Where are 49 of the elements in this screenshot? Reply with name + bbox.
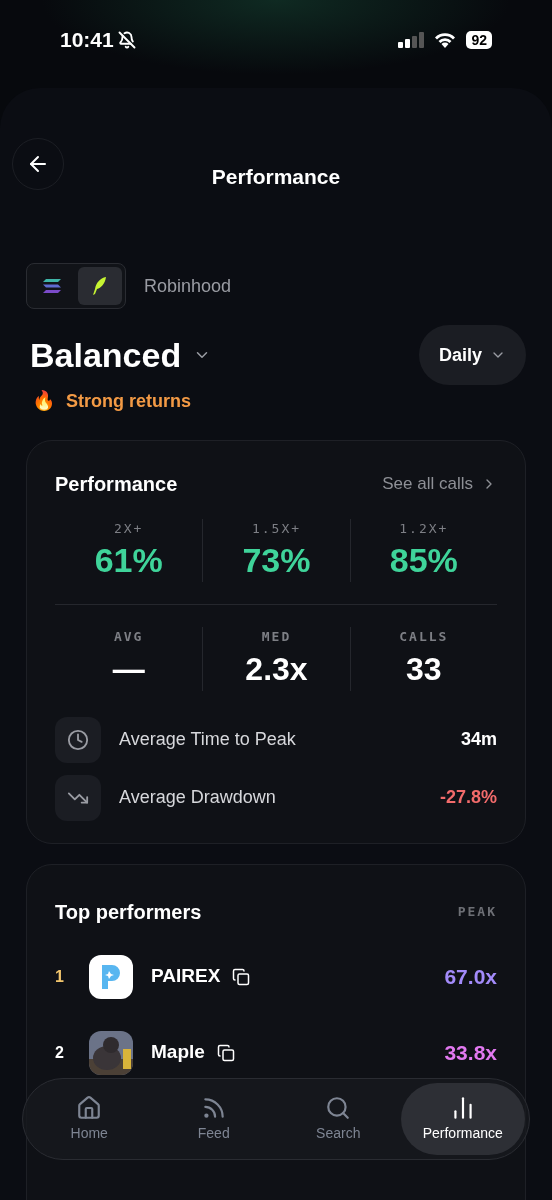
stat-value: 73% [242, 540, 311, 581]
tab-item[interactable]: Performance [400, 1083, 525, 1155]
platform-label: Robinhood [144, 274, 232, 298]
column-header: PEAK [457, 902, 497, 921]
rank-number: 2 [55, 1042, 65, 1063]
peak-value: 67.0x [444, 963, 497, 990]
metric-value: 34m [460, 728, 497, 751]
stat-label: CALLS [399, 628, 449, 646]
platform-toggle[interactable] [78, 267, 122, 305]
see-all-calls-link[interactable]: See all calls [382, 470, 497, 497]
tagline: Strong returns [66, 389, 191, 413]
stat-value: 61% [94, 540, 163, 581]
card-title: Top performers [55, 899, 202, 925]
stripes-logo [43, 279, 61, 293]
fire-emoji: 🔥 [32, 389, 56, 413]
page-title: Performance [211, 163, 341, 190]
metric-value: -27.8% [439, 786, 497, 809]
home-icon [76, 1094, 103, 1121]
copy-icon[interactable] [232, 967, 251, 986]
signal-icon [398, 32, 425, 48]
stat-value: 33 [406, 649, 442, 689]
token-logo [89, 954, 133, 999]
card-title: Performance [55, 471, 178, 497]
tab-item[interactable]: Search [276, 1083, 401, 1155]
stat-value: — [112, 649, 145, 689]
peak-value: 33.8x [444, 1039, 497, 1066]
tab-item[interactable]: Home [27, 1083, 152, 1155]
wifi-icon [434, 32, 457, 48]
metric-label: Average Time to Peak [119, 728, 296, 751]
stat-value: 2.3x [245, 649, 308, 689]
strategy-dropdown[interactable]: Balanced [30, 329, 212, 381]
search-icon [325, 1094, 352, 1121]
stat-label: 1.2X+ [399, 519, 449, 538]
copy-icon[interactable] [216, 1043, 235, 1062]
token-name: Maple [151, 1040, 205, 1065]
stat-label: 1.5X+ [251, 519, 302, 538]
clock-time: 10:41 [60, 27, 114, 54]
metric-label: Average Drawdown [119, 786, 276, 809]
rank-number: 1 [55, 966, 65, 987]
stat-label: MED [261, 628, 292, 646]
stat-label: 2X+ [113, 519, 144, 538]
feather-logo [92, 276, 108, 296]
period-dropdown[interactable]: Daily [418, 325, 526, 385]
tab-item[interactable]: Feed [151, 1083, 276, 1155]
stat-label: AVG [113, 628, 144, 646]
clock-icon [67, 728, 89, 751]
battery-level: 92 [466, 31, 492, 49]
token-name: PAIREX [151, 964, 221, 989]
stat-value: 85% [389, 540, 458, 581]
